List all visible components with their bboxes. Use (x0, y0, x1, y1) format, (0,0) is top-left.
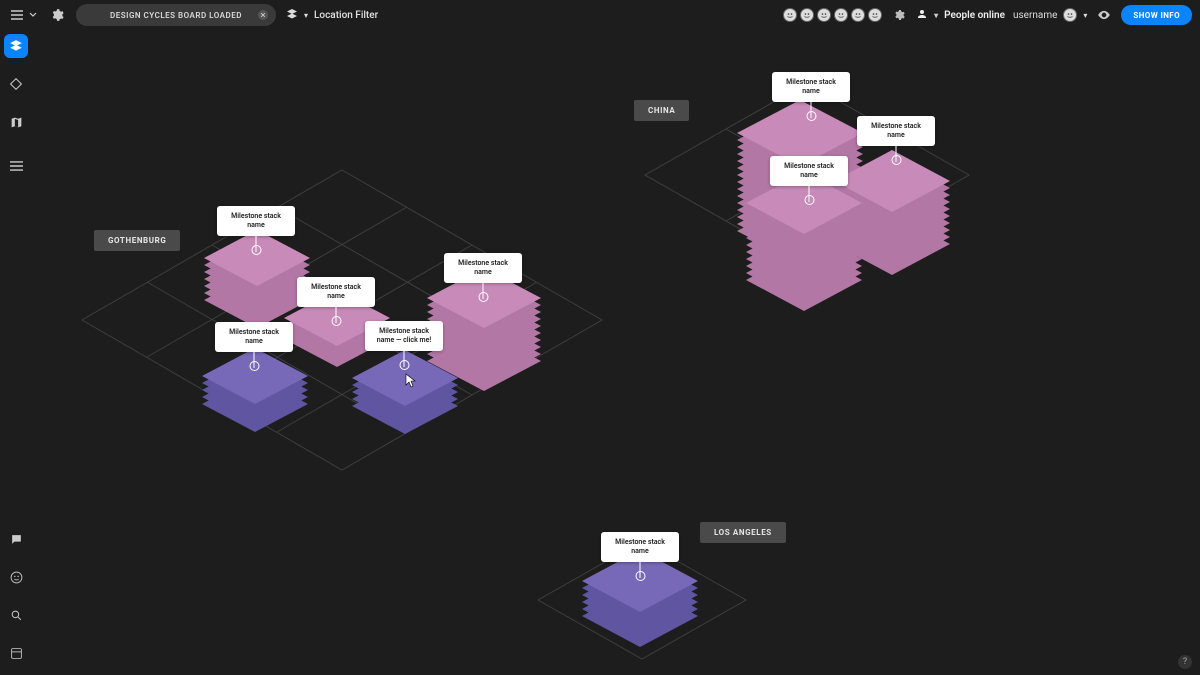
hamburger-icon (8, 6, 26, 24)
avatar[interactable] (817, 8, 831, 22)
presence-settings-button[interactable] (890, 6, 908, 24)
people-online-label: People online (944, 10, 1005, 21)
tool-layers[interactable] (4, 34, 28, 58)
username-label: username (1013, 10, 1057, 21)
card-connector-icon (404, 351, 405, 367)
smile-icon (10, 571, 23, 584)
visibility-button[interactable] (1095, 6, 1113, 24)
topbar: DESIGN CYCLES BOARD LOADED ▾ Location Fi… (0, 0, 1200, 30)
chevron-down-icon (28, 6, 38, 24)
tool-panel[interactable] (4, 641, 28, 665)
tool-map[interactable] (4, 110, 28, 134)
tool-chat[interactable] (4, 527, 28, 551)
milestone-card-label: Milestone stack name (784, 162, 834, 179)
milestone-card-label: Milestone stack name (615, 538, 665, 555)
cursor-pointer-icon (404, 373, 416, 387)
stack-icon (744, 172, 864, 322)
location-filter-dropdown[interactable]: ▾ Location Filter (286, 8, 378, 23)
location-filter-label: Location Filter (314, 10, 378, 21)
avatar[interactable] (834, 8, 848, 22)
chevron-down-icon: ▾ (1083, 11, 1087, 20)
layers-icon (9, 39, 23, 53)
milestone-card-label: Milestone stack name — click me! (377, 327, 431, 344)
card-connector-icon (256, 236, 257, 252)
map-icon (10, 116, 23, 129)
avatar[interactable] (868, 8, 882, 22)
card-connector-icon (809, 186, 810, 202)
layers-icon (286, 8, 298, 23)
card-connector-icon (811, 102, 812, 118)
show-info-button[interactable]: SHOW INFO (1121, 5, 1192, 25)
avatar[interactable] (783, 8, 797, 22)
list-icon (10, 160, 23, 172)
milestone-card[interactable]: Milestone stack name (772, 72, 850, 102)
board-loaded-pill[interactable]: DESIGN CYCLES BOARD LOADED (76, 4, 276, 26)
board-loaded-label: DESIGN CYCLES BOARD LOADED (110, 11, 242, 20)
user-icon (916, 8, 928, 23)
milestone-card[interactable]: Milestone stack name (601, 532, 679, 562)
milestone-stack[interactable] (744, 172, 864, 326)
avatar (1063, 8, 1077, 22)
tool-diamond[interactable] (4, 72, 28, 96)
card-connector-icon (483, 283, 484, 299)
milestone-card-clickme[interactable]: Milestone stack name — click me! (365, 321, 443, 351)
chat-icon (10, 533, 23, 546)
tool-search[interactable] (4, 603, 28, 627)
user-menu[interactable]: username ▾ (1013, 8, 1087, 22)
close-icon[interactable] (258, 10, 268, 20)
tool-list[interactable] (4, 154, 28, 178)
milestone-card[interactable]: Milestone stack name (770, 156, 848, 186)
help-label: ? (1183, 657, 1187, 667)
search-icon (10, 609, 23, 622)
milestone-card[interactable]: Milestone stack name (857, 116, 935, 146)
avatar[interactable] (800, 8, 814, 22)
milestone-card-label: Milestone stack name (229, 328, 279, 345)
milestone-card[interactable]: Milestone stack name (444, 253, 522, 283)
chevron-down-icon: ▾ (934, 11, 938, 20)
chevron-down-icon: ▾ (304, 11, 308, 20)
milestone-card-label: Milestone stack name (786, 78, 836, 95)
eye-icon (1097, 8, 1111, 22)
tool-emoji[interactable] (4, 565, 28, 589)
milestone-card[interactable]: Milestone stack name (215, 322, 293, 352)
presence-avatars (783, 8, 882, 22)
board-canvas[interactable]: GOTHENBURG (32, 30, 1200, 675)
settings-button[interactable] (48, 6, 66, 24)
milestone-card[interactable]: Milestone stack name (297, 277, 375, 307)
gear-icon (50, 8, 64, 22)
milestone-card-label: Milestone stack name (871, 122, 921, 139)
help-button[interactable]: ? (1178, 655, 1192, 669)
panel-icon (10, 647, 23, 660)
people-online-dropdown[interactable]: ▾ People online (916, 8, 1005, 23)
milestone-card-label: Milestone stack name (458, 259, 508, 276)
milestone-card[interactable]: Milestone stack name (217, 206, 295, 236)
avatar[interactable] (851, 8, 865, 22)
card-connector-icon (640, 562, 641, 578)
gear-icon (893, 9, 905, 21)
card-connector-icon (336, 307, 337, 323)
card-connector-icon (896, 146, 897, 162)
diamond-icon (10, 78, 22, 90)
show-info-label: SHOW INFO (1133, 11, 1180, 20)
milestone-card-label: Milestone stack name (231, 212, 281, 229)
left-toolbar (0, 30, 32, 675)
card-connector-icon (254, 352, 255, 368)
main-menu[interactable] (8, 6, 38, 24)
milestone-card-label: Milestone stack name (311, 283, 361, 300)
